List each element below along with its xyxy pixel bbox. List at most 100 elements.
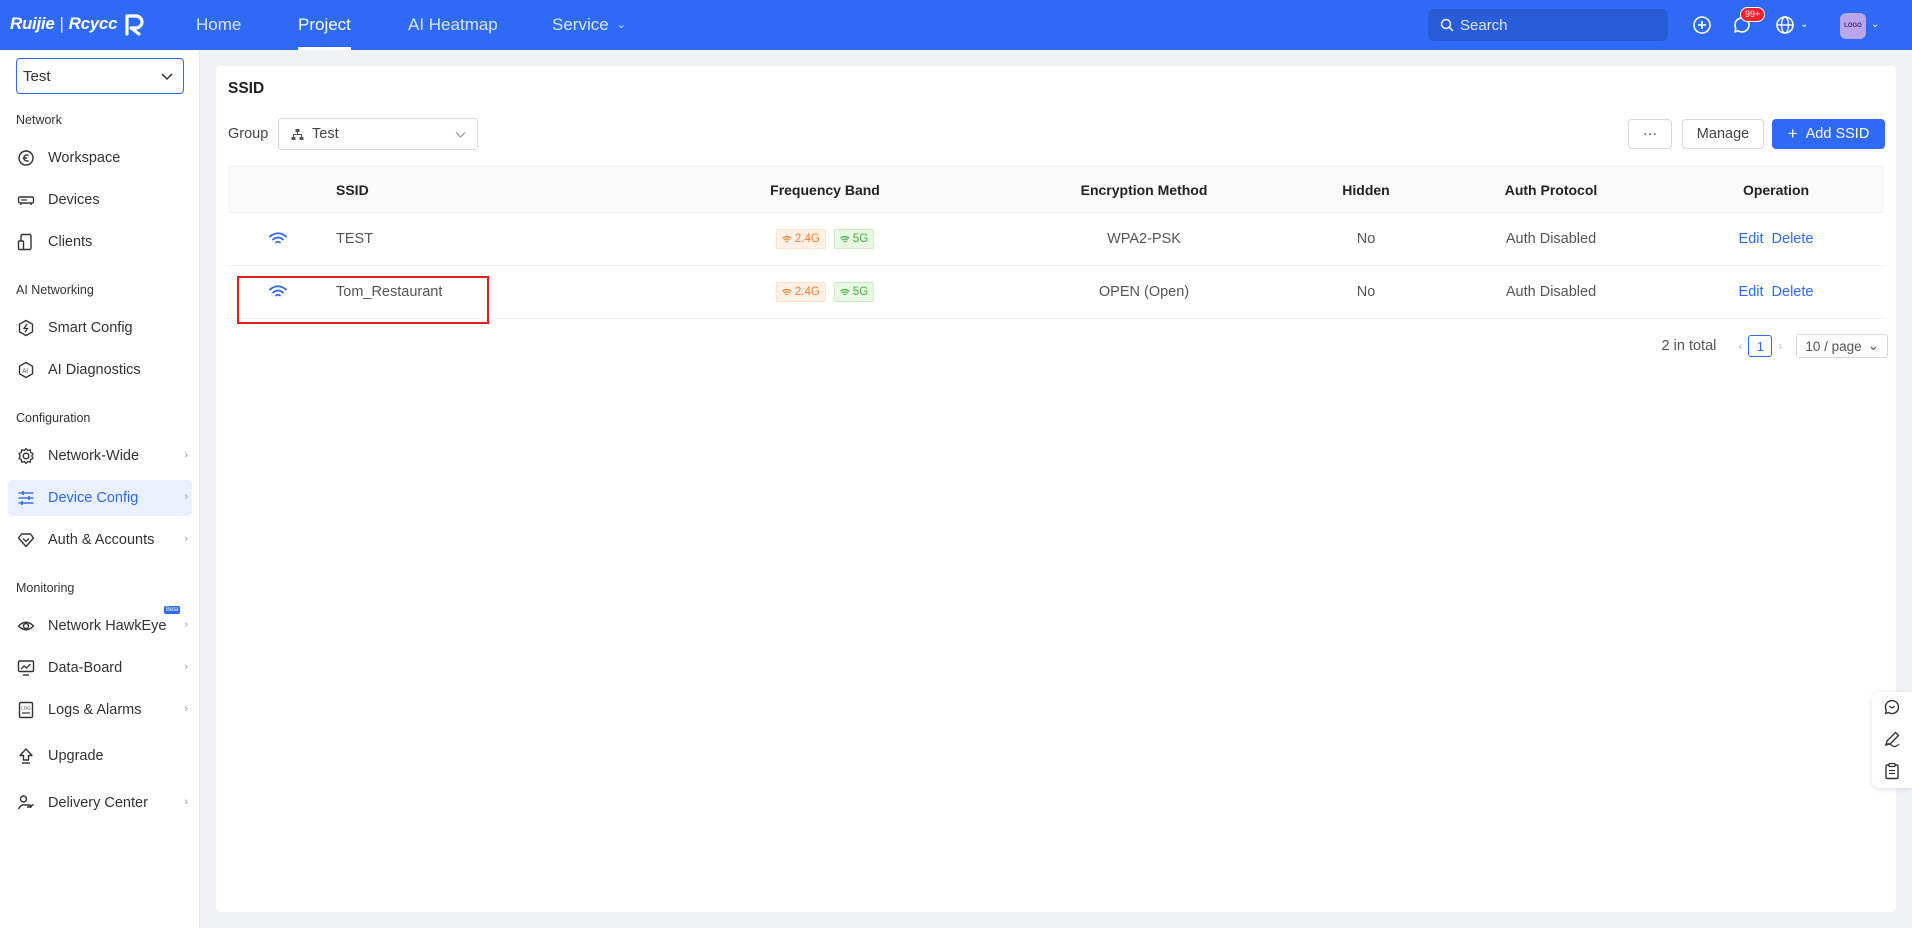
sidebar-item-label: AI Diagnostics (48, 362, 141, 378)
chevron-left-icon[interactable]: ‹ (1738, 339, 1742, 353)
sidebar-item-label: Network-Wide (48, 448, 140, 464)
clients-icon (16, 232, 36, 252)
sliders-icon (16, 488, 36, 508)
page-size-select[interactable]: 10 / page ⌄ (1796, 334, 1888, 358)
column-header-auth-protocol: Auth Protocol (1504, 181, 1598, 198)
encryption-method: OPEN (Open) (1098, 284, 1190, 300)
chevron-right-icon: › (184, 661, 188, 673)
brand-separator: | (59, 14, 64, 33)
sidebar-item-smart-config[interactable]: Smart Config (8, 310, 192, 346)
brand-logo[interactable]: Ruijie | Rcycc (10, 12, 147, 36)
message-count-badge: 99+ (1740, 7, 1766, 22)
band-tag-label: 5G (852, 286, 869, 298)
frequency-band-tags: 2.4G 5G (772, 266, 878, 318)
row-operations: Edit Delete (1735, 266, 1818, 318)
band-tag-5g: 5G (833, 229, 875, 249)
nav-ai-heatmap-label: AI Heatmap (408, 15, 498, 34)
add-circle-icon[interactable] (1691, 14, 1713, 36)
chevron-down-icon: ⌄ (616, 19, 626, 31)
chat-support-icon[interactable] (1883, 698, 1901, 716)
sidebar-item-label: Clients (48, 234, 93, 250)
delete-link[interactable]: Delete (1772, 231, 1814, 247)
chevron-right-icon: › (184, 703, 188, 715)
nav-home-label: Home (196, 15, 242, 34)
top-navigation-bar: Ruijie | Rcycc Home Project AI Heatmap S… (0, 0, 1912, 50)
edit-link[interactable]: Edit (1739, 284, 1764, 300)
gear-icon (16, 446, 36, 466)
chevron-right-icon: › (184, 449, 188, 461)
diamond-icon (16, 530, 36, 550)
chevron-right-icon: › (184, 619, 188, 631)
brand-mark-icon (125, 14, 144, 36)
more-options-button[interactable]: ··· (1628, 119, 1672, 149)
beta-badge: Beta (164, 606, 181, 614)
sidebar-item-data-board[interactable]: Data-Board › (8, 650, 192, 686)
encryption-method: WPA2-PSK (1107, 231, 1181, 247)
sidebar-item-device-config[interactable]: Device Config › (8, 480, 192, 516)
highlight-annotation-box (237, 276, 489, 324)
search-input[interactable] (1460, 16, 1660, 34)
pagination: 2 in total ‹ 1 › 10 / page ⌄ (1662, 334, 1888, 358)
table-header: SSID Frequency Band Encryption Method Hi… (228, 166, 1884, 213)
nav-service[interactable]: Service ⌄ (552, 0, 626, 50)
brand-name-rcycc: Rcycc (68, 14, 118, 33)
edit-link[interactable]: Edit (1739, 231, 1764, 247)
delivery-icon (16, 793, 36, 813)
wifi-icon (840, 235, 850, 243)
sidebar-item-auth-accounts[interactable]: Auth & Accounts › (8, 522, 192, 558)
plus-icon: + (1787, 124, 1798, 143)
nav-home[interactable]: Home (196, 0, 241, 50)
band-tag-label: 2.4G (794, 233, 820, 245)
auth-protocol: Auth Disabled (1505, 284, 1597, 300)
wifi-icon (840, 288, 850, 296)
column-header-operation: Operation (1742, 181, 1810, 198)
nav-ai-heatmap[interactable]: AI Heatmap (408, 0, 498, 50)
user-avatar[interactable]: LOGO (1840, 13, 1866, 39)
sidebar-item-logs-alarms[interactable]: LOG Logs & Alarms › (8, 692, 192, 728)
chevron-right-icon: › (184, 491, 188, 503)
sidebar-item-devices[interactable]: Devices (8, 182, 192, 218)
wifi-icon (782, 288, 792, 296)
chevron-right-icon[interactable]: › (1778, 339, 1782, 353)
column-header-ssid: SSID (336, 181, 369, 198)
sidebar-item-upgrade[interactable]: Upgrade (8, 738, 192, 774)
chevron-down-icon[interactable]: ⌄ (1871, 19, 1879, 30)
column-header-frequency-band: Frequency Band (770, 181, 880, 198)
chevron-down-icon[interactable]: ⌄ (1800, 19, 1808, 30)
table-row[interactable]: TEST 2.4G 5G WPA2-PSK No Auth Disabled E… (228, 213, 1884, 266)
ai-diagnostics-icon: AI (16, 360, 36, 380)
svg-text:AI: AI (22, 369, 28, 375)
smart-config-icon (16, 318, 36, 338)
add-ssid-button-label: Add SSID (1805, 126, 1870, 142)
workspace-icon (16, 148, 36, 168)
sidebar-item-network-wide[interactable]: Network-Wide › (8, 438, 192, 474)
page-number-button[interactable]: 1 (1748, 335, 1773, 357)
upgrade-arrow-icon (16, 746, 36, 766)
log-document-icon: LOG (16, 700, 36, 720)
pagination-total: 2 in total (1661, 338, 1717, 354)
wifi-icon (782, 235, 792, 243)
sidebar-item-ai-diagnostics[interactable]: AI AI Diagnostics (8, 352, 192, 388)
sidebar-item-clients[interactable]: Clients (8, 224, 192, 260)
section-ai-networking: AI Networking (16, 283, 94, 297)
delete-link[interactable]: Delete (1772, 284, 1814, 300)
sidebar-item-workspace[interactable]: Workspace (8, 140, 192, 176)
ssid-panel: SSID Group Test ··· Manage + Add SSID SSI… (216, 66, 1896, 912)
globe-language-icon[interactable] (1774, 14, 1796, 36)
feedback-pen-icon[interactable] (1883, 730, 1901, 748)
nav-project[interactable]: Project (298, 0, 351, 50)
devices-icon (16, 190, 36, 210)
group-select[interactable]: Test (278, 118, 478, 150)
manage-button[interactable]: Manage (1682, 119, 1764, 149)
sidebar-item-network-hawkeye[interactable]: Network HawkEye Beta › (8, 606, 192, 644)
column-header-hidden: Hidden (1342, 181, 1390, 198)
clipboard-icon[interactable] (1883, 762, 1901, 780)
sidebar-item-delivery-center[interactable]: Delivery Center › (8, 785, 192, 821)
global-search[interactable] (1428, 9, 1668, 41)
page-size-value: 10 / page (1805, 338, 1862, 354)
svg-text:LOG: LOG (21, 706, 31, 711)
sidebar-item-label: Data-Board (48, 660, 123, 676)
project-select[interactable]: Test (16, 58, 184, 94)
sidebar-item-label: Delivery Center (48, 795, 148, 811)
add-ssid-button[interactable]: + Add SSID (1772, 119, 1885, 149)
